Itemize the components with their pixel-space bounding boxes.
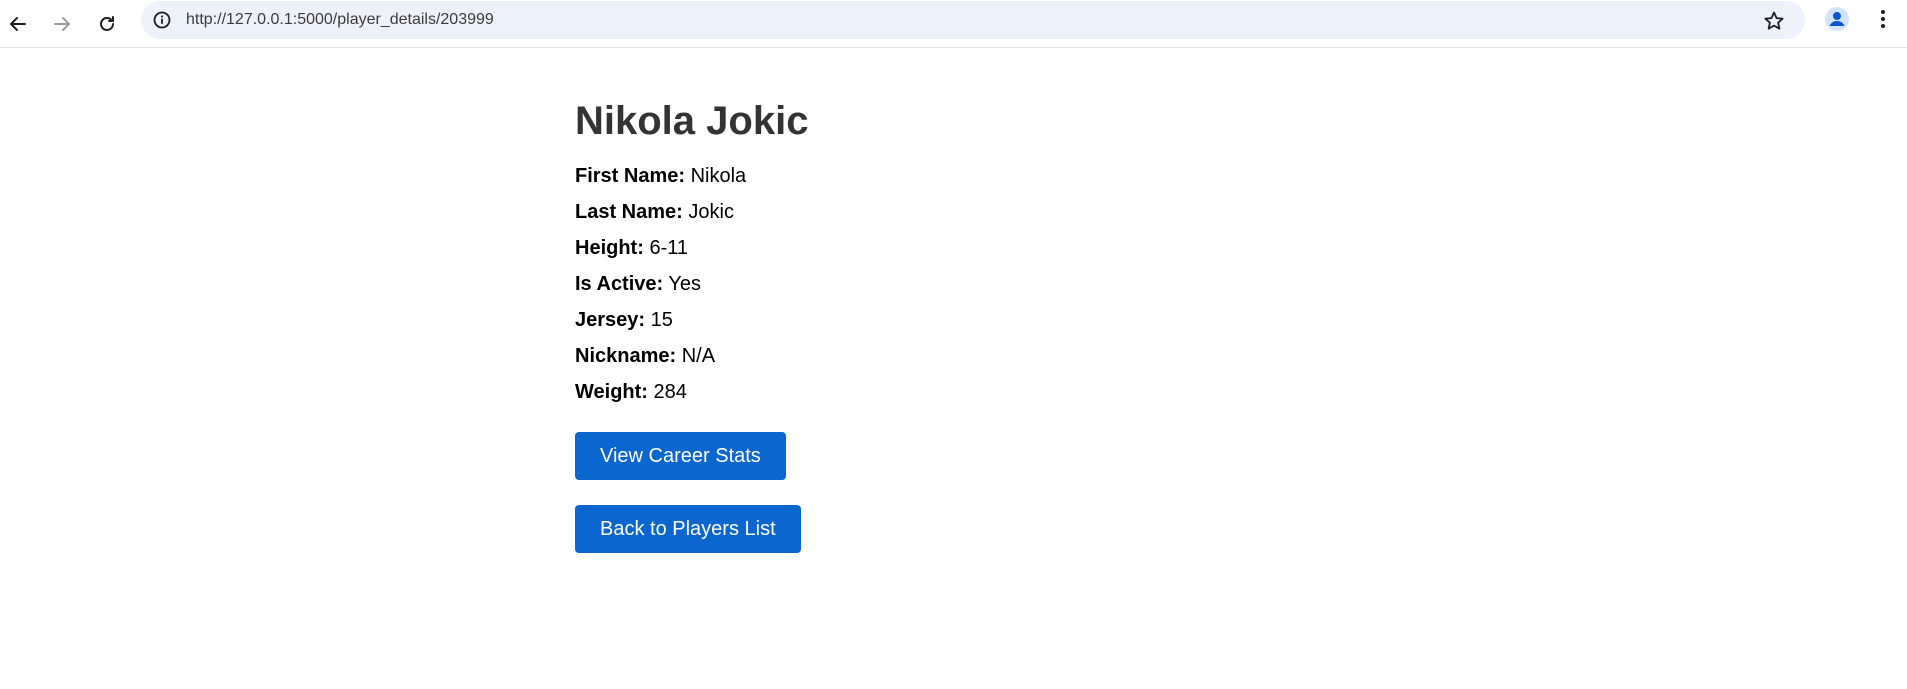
- detail-label: First Name:: [575, 165, 686, 187]
- person-icon: [1824, 6, 1850, 37]
- detail-label: Jersey:: [575, 309, 646, 331]
- detail-value: Jokic: [688, 201, 734, 223]
- profile-button[interactable]: [1822, 6, 1852, 36]
- detail-label: Nickname:: [575, 345, 677, 367]
- detail-weight: Weight: 284: [575, 380, 808, 416]
- page-title: Nikola Jokic: [575, 99, 809, 143]
- back-to-players-button[interactable]: Back to Players List: [575, 505, 801, 553]
- player-details-list: First Name: Nikola Last Name: Jokic Heig…: [575, 164, 808, 416]
- reload-button[interactable]: [89, 6, 125, 42]
- detail-label: Is Active:: [575, 273, 664, 295]
- detail-is-active: Is Active: Yes: [575, 272, 808, 308]
- back-button[interactable]: [0, 6, 36, 42]
- detail-jersey: Jersey: 15: [575, 308, 808, 344]
- detail-value: Yes: [668, 273, 702, 295]
- reload-icon: [97, 14, 117, 34]
- url-text[interactable]: http://127.0.0.1:5000/player_details/203…: [186, 11, 494, 29]
- detail-label: Height:: [575, 237, 644, 259]
- detail-value: Nikola: [690, 165, 747, 187]
- arrow-left-icon: [8, 14, 28, 34]
- address-bar[interactable]: http://127.0.0.1:5000/player_details/203…: [141, 1, 1805, 39]
- browser-menu-button[interactable]: [1868, 6, 1898, 36]
- detail-value: N/A: [681, 345, 716, 367]
- detail-value: 6-11: [649, 237, 688, 259]
- detail-nickname: Nickname: N/A: [575, 344, 808, 380]
- detail-value: 15: [650, 309, 673, 331]
- forward-button[interactable]: [44, 6, 80, 42]
- more-vertical-icon: [1880, 9, 1886, 34]
- detail-value: 284: [653, 381, 687, 403]
- player-details-page: Nikola Jokic First Name: Nikola Last Nam…: [575, 48, 808, 553]
- arrow-right-icon: [52, 14, 72, 34]
- browser-toolbar: http://127.0.0.1:5000/player_details/203…: [0, 0, 1907, 48]
- star-icon[interactable]: [1761, 8, 1787, 34]
- info-icon[interactable]: [151, 9, 173, 31]
- detail-last-name: Last Name: Jokic: [575, 200, 808, 236]
- detail-first-name: First Name: Nikola: [575, 164, 808, 200]
- detail-label: Last Name:: [575, 201, 683, 223]
- detail-label: Weight:: [575, 381, 648, 403]
- view-career-stats-button[interactable]: View Career Stats: [575, 432, 786, 480]
- detail-height: Height: 6-11: [575, 236, 808, 272]
